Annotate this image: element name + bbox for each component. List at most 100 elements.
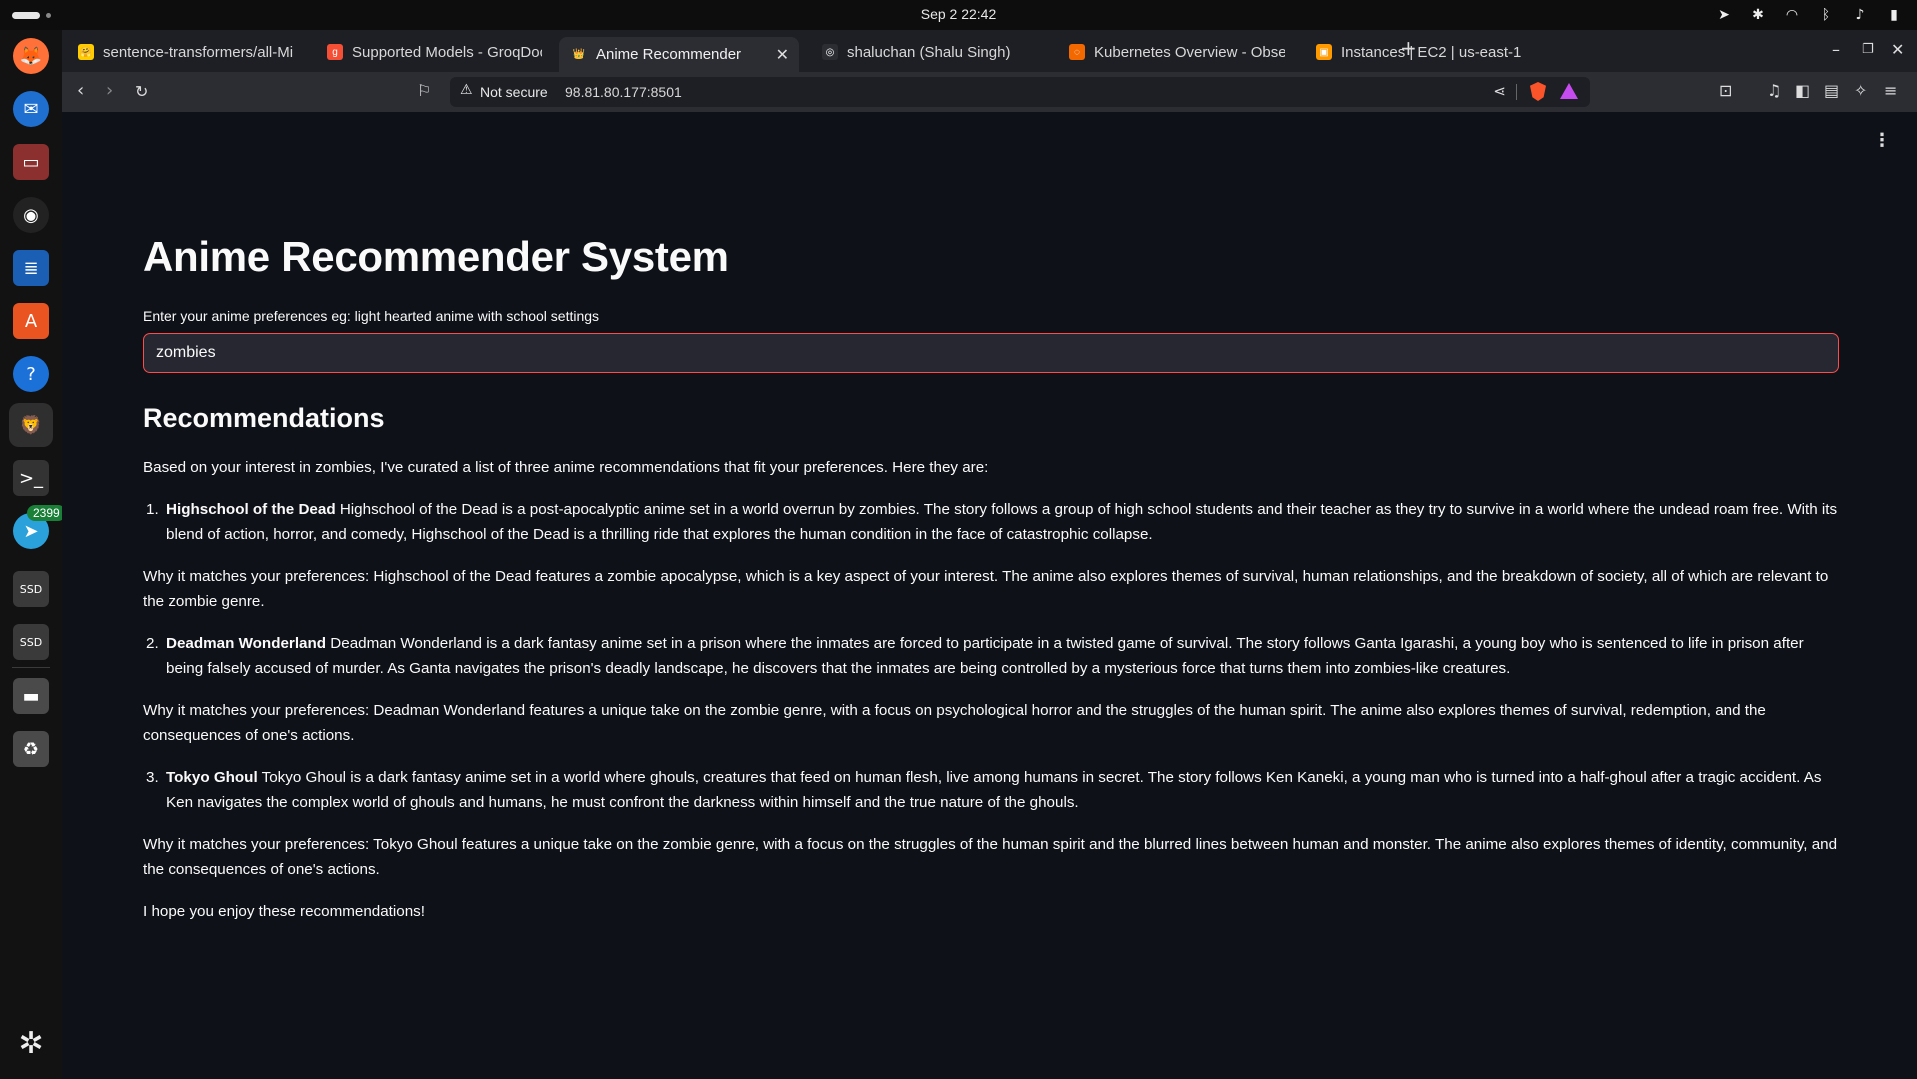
ssd-drive-icon-2: SSD	[13, 624, 49, 660]
wallet-icon[interactable]: ▤	[1824, 81, 1839, 100]
close-window-icon[interactable]: ✕	[1891, 40, 1904, 59]
recommendation-number: 1.	[146, 500, 159, 518]
dock-item[interactable]: ▬	[9, 674, 53, 718]
brave-icon: 🦁	[19, 414, 43, 436]
security-label[interactable]: Not secure	[480, 84, 548, 100]
dock-item[interactable]: 🦊	[9, 34, 53, 78]
brave-shields-icon[interactable]	[1530, 82, 1546, 101]
screenshot-icon[interactable]: ⊡	[1719, 81, 1732, 100]
volume-icon[interactable]: ♪	[1851, 5, 1869, 25]
url-text[interactable]: 98.81.80.177:8501	[565, 84, 682, 100]
dock-item[interactable]: >_	[9, 456, 53, 500]
menu-icon[interactable]: ≡	[1884, 81, 1897, 100]
recommendation-number: 3.	[146, 768, 159, 786]
browser-tab[interactable]: ▣ Instances | EC2 | us-east-1	[1304, 37, 1540, 67]
dock-item[interactable]: ➤ 2399	[9, 505, 66, 553]
telegram-tray-icon[interactable]: ➤	[1715, 5, 1733, 25]
recommendation-description: Tokyo Ghoul is a dark fantasy anime set …	[166, 768, 1822, 812]
tab-favicon-icon: g	[327, 44, 343, 60]
recommendation-item: 3. Tokyo Ghoul Tokyo Ghoul is a dark fan…	[143, 765, 1839, 816]
leo-ai-icon[interactable]: ✧	[1854, 81, 1867, 100]
recommendation-title: Highschool of the Dead	[166, 500, 336, 518]
rhythmbox-icon: ◉	[13, 197, 49, 233]
closing-text: I hope you enjoy these recommendations!	[143, 902, 425, 920]
tab-favicon-icon: ▣	[1316, 44, 1332, 60]
new-tab-button[interactable]: +	[1400, 36, 1417, 60]
back-icon[interactable]: ‹	[77, 80, 84, 101]
recommendation-why: Why it matches your preferences: Tokyo G…	[143, 835, 1838, 879]
media-icon[interactable]: ♫	[1767, 81, 1781, 100]
share-icon[interactable]: ⋖	[1493, 82, 1506, 100]
dock: 🦊 ✉ ▭ ◉ ≣ A? 🦁 >_ ➤ 2399 SSD SSD ▬ ♻ ✲	[0, 30, 66, 1079]
recommendation-body: Highschool of the Dead Highschool of the…	[166, 497, 1839, 548]
web-page: ⋮ Anime Recommender System Enter your an…	[62, 112, 1917, 1079]
writer-icon: ≣	[13, 250, 49, 286]
dock-item[interactable]: ◉	[9, 193, 53, 237]
recommendation-item: 2. Deadman Wonderland Deadman Wonderland…	[143, 631, 1839, 682]
tab-title: shaluchan (Shalu Singh)	[847, 43, 1011, 61]
dock-item[interactable]: 🦁	[9, 403, 53, 447]
dock-item[interactable]: ▭	[9, 140, 53, 184]
dock-item[interactable]: ≣	[9, 246, 53, 290]
telegram-unread-badge: 2399	[27, 505, 66, 521]
recommendation-description: Highschool of the Dead is a post-apocaly…	[166, 500, 1838, 544]
forward-icon[interactable]: ›	[106, 80, 113, 101]
browser-tab[interactable]: ◎ shaluchan (Shalu Singh)	[810, 37, 1046, 67]
dock-item[interactable]: ✉	[9, 87, 53, 131]
show-apps-icon[interactable]: ✲	[9, 1021, 53, 1065]
tab-title: Supported Models - GroqDoc	[352, 43, 542, 61]
brave-rewards-icon[interactable]	[1560, 83, 1578, 99]
browser-tab[interactable]: ◌ Kubernetes Overview - Obse	[1057, 37, 1293, 67]
address-bar[interactable]: ⚠ Not secure 98.81.80.177:8501 ⋖	[450, 77, 1590, 107]
app-center-icon: A	[13, 303, 49, 339]
app-menu-icon[interactable]: ⋮	[1873, 130, 1891, 151]
close-tab-icon[interactable]: ✕	[776, 45, 789, 65]
system-tray: ➤ ✱ ◠ ᛒ ♪ ▮	[1715, 5, 1903, 25]
dock-item[interactable]: SSD	[9, 567, 53, 611]
preferences-input-value[interactable]: zombies	[156, 344, 216, 362]
recommendation-number: 2.	[146, 634, 159, 652]
bookmark-icon[interactable]: ⚐	[417, 81, 431, 100]
browser-toolbar: ‹ › ↻ ⚐ ⚠ Not secure 98.81.80.177:8501 ⋖…	[62, 72, 1917, 112]
recommendations-intro: Based on your interest in zombies, I've …	[143, 459, 989, 476]
recommendation-title: Tokyo Ghoul	[166, 768, 258, 786]
recommendation-title: Deadman Wonderland	[166, 634, 327, 652]
recommendation-item: 1. Highschool of the Dead Highschool of …	[143, 497, 1839, 548]
tab-title: Kubernetes Overview - Obse	[1094, 43, 1285, 61]
recommendation-body: Tokyo Ghoul Tokyo Ghoul is a dark fantas…	[166, 765, 1839, 816]
browser-tab[interactable]: 👑 Anime Recommender ✕	[559, 37, 799, 72]
firefox-icon: 🦊	[13, 38, 49, 74]
dock-item[interactable]: SSD	[9, 620, 53, 664]
thunderbird-icon: ✉	[13, 91, 49, 127]
tab-favicon-icon: 👑	[571, 46, 587, 63]
ssd-drive-icon-1: SSD	[13, 571, 49, 607]
recommendation-why: Why it matches your preferences: Deadman…	[143, 701, 1766, 745]
dock-item[interactable]: ?	[9, 352, 53, 396]
warning-icon[interactable]: ⚠	[460, 82, 473, 98]
bluetooth-icon[interactable]: ᛒ	[1817, 5, 1835, 25]
dock-item[interactable]: A	[9, 299, 53, 343]
preferences-input[interactable]: zombies	[143, 333, 1839, 373]
terminal-icon: >_	[13, 460, 49, 496]
sidebar-icon[interactable]: ◧	[1795, 81, 1810, 100]
dock-separator	[12, 667, 50, 668]
main-content: Anime Recommender System Enter your anim…	[143, 232, 1839, 924]
files-icon: ▭	[13, 144, 49, 180]
reload-icon[interactable]: ↻	[135, 82, 148, 101]
minimize-icon[interactable]: –	[1832, 40, 1840, 59]
tab-favicon-icon: ◎	[822, 44, 838, 60]
browser-tab[interactable]: g Supported Models - GroqDoc	[315, 37, 550, 67]
dock-item[interactable]: ♻	[9, 727, 53, 771]
battery-icon[interactable]: ▮	[1885, 5, 1903, 25]
browser-tab-strip: 🤗 sentence-transformers/all-Mi g Supported …	[62, 30, 1917, 72]
tab-title: sentence-transformers/all-Mi	[103, 43, 294, 61]
wifi-icon[interactable]: ◠	[1783, 5, 1801, 25]
recommendations-heading: Recommendations	[143, 403, 385, 433]
url-divider	[1516, 84, 1517, 100]
restore-icon[interactable]: ❐	[1862, 42, 1874, 57]
help-icon: ?	[13, 356, 49, 392]
slack-tray-icon[interactable]: ✱	[1749, 5, 1767, 25]
browser-tab[interactable]: 🤗 sentence-transformers/all-Mi	[66, 37, 303, 67]
system-clock[interactable]: Sep 2 22:42	[0, 6, 1917, 22]
preferences-label: Enter your anime preferences eg: light h…	[143, 308, 600, 324]
